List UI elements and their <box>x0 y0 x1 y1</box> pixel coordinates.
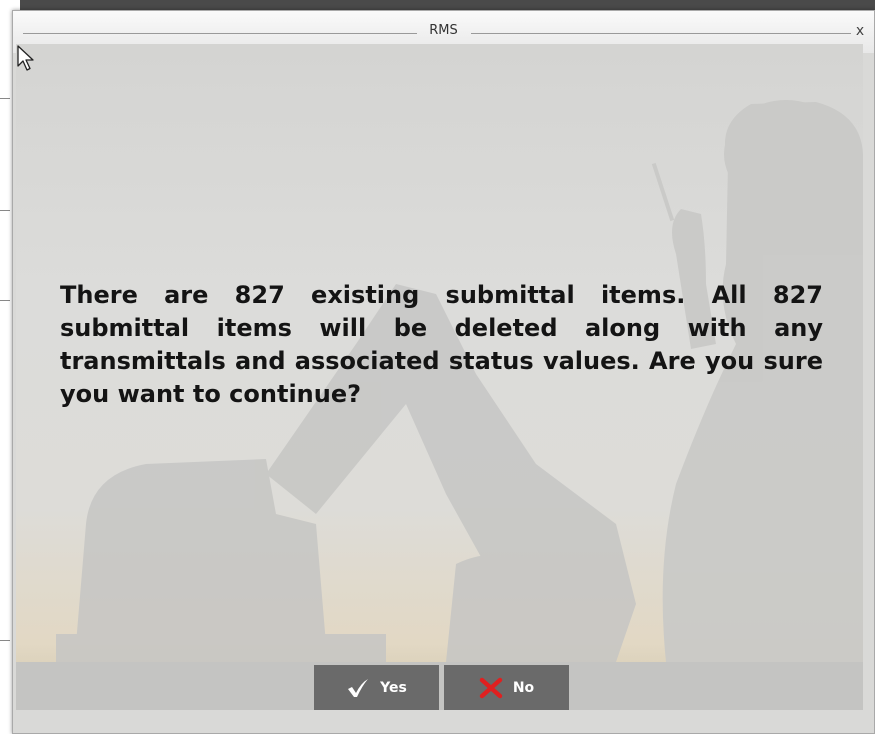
no-button[interactable]: No <box>444 665 569 710</box>
close-icon: x <box>855 23 865 39</box>
background-divider <box>0 640 10 641</box>
no-label: No <box>512 679 535 696</box>
confirm-message: There are 827 existing submittal items. … <box>60 281 823 408</box>
yes-button[interactable]: Yes <box>314 665 439 710</box>
background-divider <box>0 98 10 99</box>
dialog-content: There are 827 existing submittal items. … <box>16 44 863 662</box>
background-divider <box>0 300 10 301</box>
button-bar: Yes No <box>16 662 863 710</box>
x-icon <box>479 677 503 698</box>
background-divider <box>0 210 10 211</box>
title-rule-right <box>471 33 851 34</box>
yes-label: Yes <box>380 679 407 696</box>
mouse-cursor-icon <box>17 45 34 71</box>
close-button[interactable]: x <box>852 22 868 40</box>
checkmark-icon <box>348 678 369 697</box>
dialog-title: RMS <box>429 23 458 38</box>
